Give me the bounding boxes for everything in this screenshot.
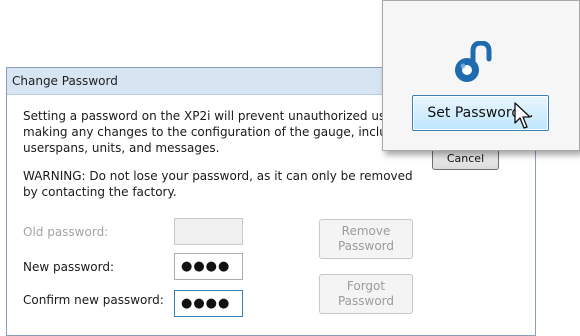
forgot-password-label-line: Forgot: [346, 279, 386, 293]
forgot-password-label-line: Password: [337, 294, 395, 308]
confirm-password-label: Confirm new password:: [23, 293, 164, 307]
old-password-field[interactable]: [174, 218, 243, 245]
warning-line: by contacting the factory.: [23, 185, 177, 199]
padlock-unlocked-icon: [455, 41, 492, 82]
forgot-password-button[interactable]: Forgot Password: [319, 274, 413, 314]
hand-pointer-cursor-icon: [514, 102, 531, 129]
warning-line: WARNING: Do not lose your password, as i…: [23, 169, 413, 183]
remove-password-label-line: Password: [337, 239, 395, 253]
remove-password-label-line: Remove: [341, 224, 391, 238]
remove-password-button[interactable]: Remove Password: [319, 219, 413, 259]
warning-text: WARNING: Do not lose your password, as i…: [23, 168, 533, 200]
old-password-label: Old password:: [23, 225, 109, 239]
cancel-button[interactable]: Cancel: [432, 148, 499, 170]
set-password-popup: Set Password...: [382, 0, 580, 151]
new-password-label: New password:: [23, 260, 115, 274]
confirm-password-field[interactable]: ●●●●: [174, 290, 243, 317]
new-password-field[interactable]: ●●●●: [174, 253, 243, 280]
